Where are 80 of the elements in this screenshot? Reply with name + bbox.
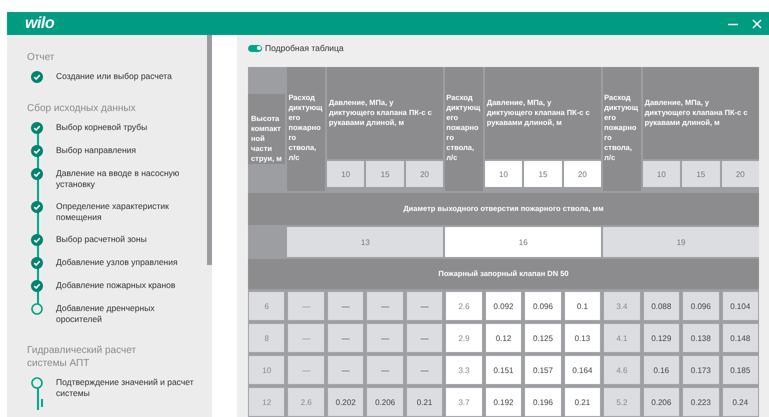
step-link[interactable]: Подтверждение значений и расчет системы (56, 377, 196, 399)
table-cell: 4.1 (603, 323, 641, 353)
table-cell: 0.164 (564, 355, 602, 385)
table-cell: 0.092 (484, 291, 522, 321)
step-link[interactable]: Выбор расчетной зоны (56, 234, 196, 245)
table-cell: 0.157 (524, 355, 562, 385)
scrollbar[interactable] (207, 35, 212, 417)
logo: wilo (25, 14, 54, 32)
table-cell: 0.173 (682, 355, 720, 385)
table-cell: 0.196 (524, 387, 562, 417)
table-cell: — (326, 291, 364, 321)
table-cell: 8 (248, 323, 286, 353)
table-cell: 0.088 (642, 291, 680, 321)
table-cell: 0.148 (722, 323, 759, 353)
table-cell: — (406, 355, 444, 385)
table-cell: — (406, 291, 444, 321)
table-cell: 4.6 (603, 355, 641, 385)
length-header-cell: 20 (722, 161, 759, 187)
length-header-cell: 10 (484, 161, 522, 187)
toggle-switch[interactable] (248, 44, 262, 52)
close-icon[interactable] (751, 18, 763, 30)
table-cell: 6 (248, 291, 286, 321)
table-cell: — (406, 323, 444, 353)
step-link[interactable]: Выбор корневой трубы (56, 122, 196, 133)
table-cell: 0.185 (722, 355, 759, 385)
table-cell: — (287, 323, 325, 353)
table-cell: 0.12 (484, 323, 522, 353)
table-cell: 0.104 (722, 291, 759, 321)
length-header-cell: 20 (406, 161, 444, 187)
table-cell: 0.13 (564, 323, 602, 353)
length-header-cell: 15 (524, 161, 562, 187)
diameter-tab[interactable]: 16 (445, 227, 602, 257)
table-cell: 0.223 (682, 387, 720, 417)
step-link[interactable]: Добавление узлов управления (56, 257, 196, 268)
table-cell: 0.129 (642, 323, 680, 353)
table-cell: 0.138 (682, 323, 720, 353)
step-link[interactable]: Определение характеристик помещения (56, 201, 196, 223)
table-cell: 3.4 (603, 291, 641, 321)
table-cell: 0.21 (406, 387, 444, 417)
table-cell: 12 (248, 387, 286, 417)
table-cell: 0.24 (722, 387, 759, 417)
length-header-cell: 10 (326, 161, 364, 187)
table-cell: 0.202 (326, 387, 364, 417)
table-cell: — (326, 355, 364, 385)
table-cell: — (287, 355, 325, 385)
table-cell: 2.9 (445, 323, 483, 353)
table-cell: 0.125 (524, 323, 562, 353)
section-title: Гидравлический расчет системы АПТ (27, 344, 138, 370)
table-cell: 10 (248, 355, 286, 385)
section-title: Отчет (27, 51, 56, 64)
table-cell: 3.7 (445, 387, 483, 417)
step-link[interactable]: Добавление пожарных кранов (56, 280, 196, 291)
step-link[interactable]: Добавление дренчерных оросителей (56, 303, 196, 325)
toggle-label: Подробная таблица (265, 43, 344, 53)
length-header-cell: 10 (642, 161, 680, 187)
length-header-cell: 15 (682, 161, 720, 187)
table-cell: — (326, 323, 364, 353)
table-cell: — (366, 323, 404, 353)
table-cell: — (366, 355, 404, 385)
table-cell: 0.1 (564, 291, 602, 321)
length-header-cell: 20 (564, 161, 602, 187)
table-cell: 5.2 (603, 387, 641, 417)
table-cell: 0.206 (366, 387, 404, 417)
table-cell: 0.096 (682, 291, 720, 321)
table-cell: 0.21 (564, 387, 602, 417)
table-cell: 0.096 (524, 291, 562, 321)
table-cell: 0.151 (484, 355, 522, 385)
step-link[interactable]: Выбор направления (56, 145, 196, 156)
step-link[interactable]: Создание или выбор расчета (56, 71, 196, 82)
table-cell: 2.6 (445, 291, 483, 321)
table-cell: 0.16 (642, 355, 680, 385)
table-cell: 0.206 (642, 387, 680, 417)
length-header-cell: 15 (366, 161, 404, 187)
table-cell: — (287, 291, 325, 321)
table-cell: 3.3 (445, 355, 483, 385)
step-link[interactable]: Давление на вводе в насосную установку (56, 168, 196, 190)
table-cell: — (366, 291, 404, 321)
section-title: Сбор исходных данных (27, 102, 137, 115)
table-cell: 2.6 (287, 387, 325, 417)
table-cell: 0.192 (484, 387, 522, 417)
